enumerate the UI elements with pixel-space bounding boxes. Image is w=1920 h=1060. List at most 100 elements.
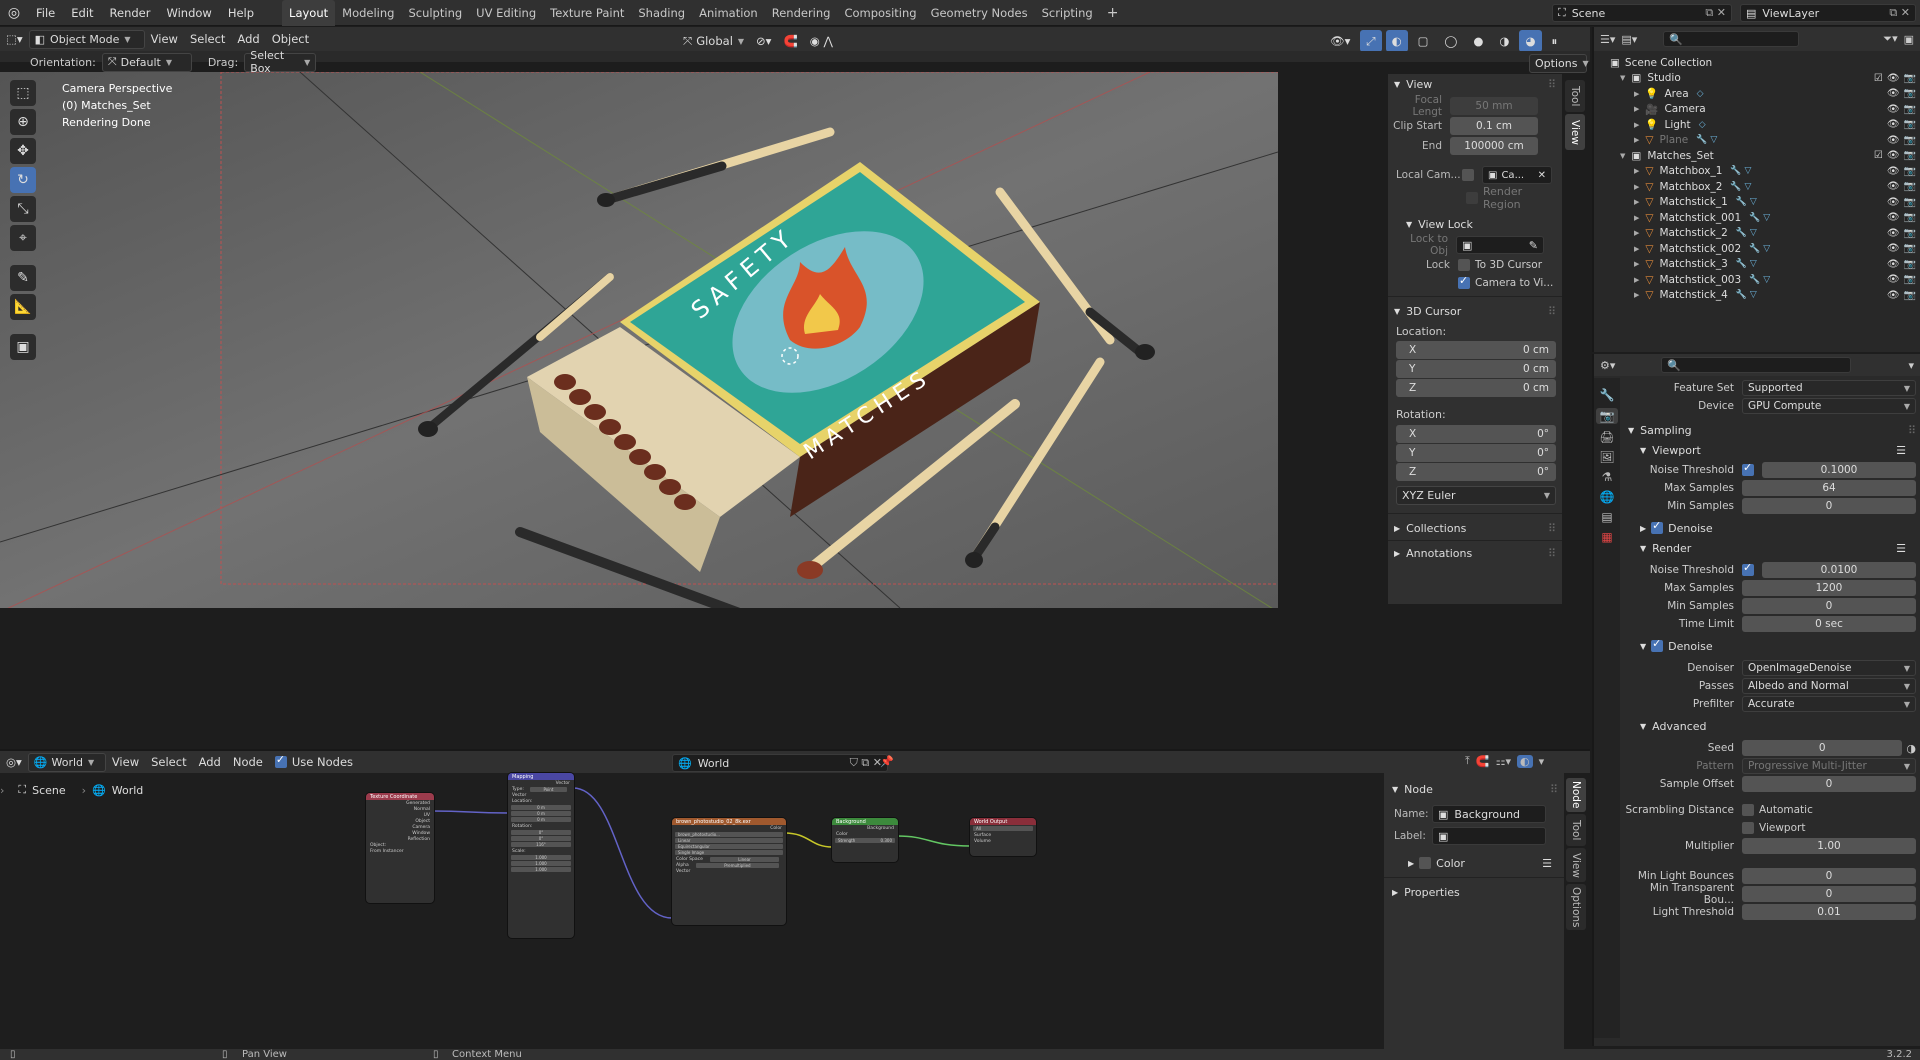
menu-help[interactable]: Help (220, 0, 262, 26)
node-rotation-z[interactable]: 116° (511, 842, 571, 847)
time-limit-field[interactable]: 0 sec (1742, 616, 1916, 632)
add-cube-tool-icon[interactable]: ▣ (10, 334, 36, 360)
eyedropper-icon[interactable]: ✎ (1529, 239, 1538, 252)
data-icon[interactable]: 🔧 ▽ (1730, 166, 1751, 176)
visibility-eye-icon[interactable]: 👁 (1887, 166, 1900, 177)
data-icon[interactable]: 🔧 ▽ (1749, 275, 1770, 285)
outliner-item-matchstick-2[interactable]: ▶ ▽ Matchstick_2 🔧 ▽ 👁 📷 (1594, 226, 1920, 242)
menu-view[interactable]: View (145, 28, 184, 50)
node-target-dropdown[interactable]: All (973, 826, 1033, 831)
cursor-tool-icon[interactable]: ⊕ (10, 109, 36, 135)
transform-orientation-dropdown[interactable]: ⤧ Global ▼ (677, 30, 750, 52)
pause-render-icon[interactable]: ⏸ (1546, 30, 1564, 52)
cursor-rotation-y[interactable]: Y 0° (1396, 444, 1556, 462)
environment-texture-node[interactable]: brown_photostudio_02_8k.exr Color brown_… (672, 818, 786, 925)
presets-icon[interactable]: ☰ (1896, 542, 1906, 555)
shader-type-dropdown[interactable]: 🌐 World ▼ (27, 752, 106, 772)
sidebar-tab-view[interactable]: View (1565, 114, 1585, 150)
tool-tab-icon[interactable]: 🔧 (1600, 388, 1615, 402)
node-alpha-value[interactable]: Premultiplied (695, 862, 779, 868)
visibility-eye-icon[interactable]: 👁 (1887, 73, 1900, 84)
measure-tool-icon[interactable]: 📐 (10, 294, 36, 320)
data-icon[interactable]: ◇ (1699, 120, 1706, 130)
move-tool-icon[interactable]: ✥ (10, 138, 36, 164)
world-tab-icon[interactable]: 🌐 (1600, 490, 1615, 504)
proportional-edit-icon[interactable]: ◉ ⋀ (804, 30, 839, 52)
workspace-tab-sculpting[interactable]: Sculpting (401, 0, 469, 26)
shading-wireframe-icon[interactable]: ◯ (1439, 30, 1464, 52)
node-editor-canvas[interactable]: › ⛶ Scene › 🌐 World Texture Coordinate Gen… (0, 773, 1384, 1049)
menu-add[interactable]: Add (231, 28, 265, 50)
menu-object[interactable]: Object (266, 28, 315, 50)
visibility-eye-icon[interactable]: 👁 (1887, 88, 1900, 99)
render-camera-icon[interactable]: 📷 (1904, 166, 1916, 177)
menu-render[interactable]: Render (102, 0, 159, 26)
outliner-search-input[interactable]: 🔍 (1663, 31, 1800, 47)
workspace-tab-geometry-nodes[interactable]: Geometry Nodes (924, 0, 1035, 26)
render-subpanel-header[interactable]: ▼ Render ☰ (1624, 538, 1916, 558)
expand-icon[interactable]: ▶ (1634, 229, 1639, 237)
use-nodes-toggle[interactable]: Use Nodes (269, 751, 359, 773)
device-dropdown[interactable]: GPU Compute ▼ (1742, 398, 1916, 414)
node-type-value[interactable]: Point (529, 786, 567, 792)
world-output-node[interactable]: World Output All Surface Volume (970, 818, 1036, 856)
background-node[interactable]: Background Background Color Strength 0.30… (832, 818, 898, 862)
viewport-noise-threshold-checkbox[interactable] (1742, 461, 1754, 476)
menu-file[interactable]: File (28, 0, 63, 26)
render-camera-icon[interactable]: 📷 (1904, 135, 1916, 146)
clip-start-field[interactable]: 0.1 cm (1450, 117, 1538, 135)
pin-icon[interactable]: ▾ (1908, 359, 1914, 372)
multiplier-field[interactable]: 1.00 (1742, 838, 1916, 854)
node-image-field[interactable]: brown_photostudio... (675, 832, 783, 837)
copy-icon[interactable]: ⧉ ✕ (1705, 6, 1726, 20)
shading-material-icon[interactable]: ◑ (1493, 30, 1515, 52)
render-camera-icon[interactable]: 📷 (1904, 274, 1916, 285)
pin-icon[interactable]: 📌 (880, 755, 894, 768)
new-collection-icon[interactable]: ▣ (1904, 33, 1914, 46)
node-tab-node[interactable]: Node (1566, 778, 1586, 812)
render-camera-icon[interactable]: 📷 (1904, 104, 1916, 115)
overlay-toggle-icon[interactable]: ◐ (1516, 754, 1533, 768)
node-location-z[interactable]: 0 m (511, 817, 571, 822)
snap-icon[interactable]: 🧲 (777, 30, 803, 52)
visibility-eye-icon[interactable]: 👁 (1887, 135, 1900, 146)
workspace-tab-shading[interactable]: Shading (631, 0, 692, 26)
prefilter-dropdown[interactable]: Accurate ▼ (1742, 696, 1916, 712)
outliner-scene-collection[interactable]: ▣ Scene Collection (1594, 55, 1920, 71)
render-camera-icon[interactable]: 📷 (1904, 181, 1916, 192)
visibility-eye-icon[interactable]: 👁 (1887, 228, 1900, 239)
expand-icon[interactable]: ▼ (1620, 74, 1625, 82)
render-min-samples-field[interactable]: 0 (1742, 598, 1916, 614)
cursor-location-x[interactable]: X 0 cm (1396, 341, 1556, 359)
sampling-panel-header[interactable]: ▼ Sampling ⠿ (1624, 420, 1916, 440)
texture-tab-icon[interactable]: ▦ (1601, 530, 1612, 544)
menu-edit[interactable]: Edit (63, 0, 101, 26)
visibility-eye-icon[interactable]: 👁 (1887, 119, 1900, 130)
workspace-tab-compositing[interactable]: Compositing (837, 0, 923, 26)
expand-icon[interactable]: ▶ (1634, 90, 1639, 98)
add-workspace-button[interactable]: + (1100, 0, 1126, 26)
render-camera-icon[interactable]: 📷 (1904, 259, 1916, 270)
collection-tab-icon[interactable]: ▤ (1601, 510, 1612, 524)
visibility-eye-icon[interactable]: 👁 (1887, 259, 1900, 270)
outliner-item-matchstick-002[interactable]: ▶ ▽ Matchstick_002 🔧 ▽ 👁 📷 (1594, 241, 1920, 257)
collections-panel-header[interactable]: ▶ Collections ⠿ (1388, 518, 1562, 538)
viewport-noise-threshold-field[interactable]: 0.1000 (1762, 462, 1916, 478)
render-noise-threshold-field[interactable]: 0.0100 (1762, 562, 1916, 578)
workspace-tab-layout[interactable]: Layout (282, 0, 336, 26)
node-colorspace-value[interactable]: Linear (709, 856, 779, 862)
properties-search-input[interactable]: 🔍 (1661, 357, 1852, 373)
blender-logo-icon[interactable]: ◎ (0, 5, 28, 21)
node-color-checkbox[interactable] (1419, 857, 1432, 869)
parent-node-tree-icon[interactable]: ⤒ (1465, 754, 1470, 768)
outliner-item-matchstick-4[interactable]: ▶ ▽ Matchstick_4 🔧 ▽ 👁 📷 (1594, 288, 1920, 304)
mode-dropdown[interactable]: ◧ Object Mode ▼ (28, 29, 145, 49)
node-name-field[interactable]: ▣ Background (1432, 805, 1546, 823)
visibility-eye-icon[interactable]: 👁 (1887, 104, 1900, 115)
workspace-tab-animation[interactable]: Animation (692, 0, 765, 26)
node-strength-field[interactable]: Strength 0.300 (835, 838, 895, 843)
snap-icon[interactable]: 🧲 (1476, 755, 1490, 768)
sidebar-tab-tool[interactable]: Tool (1565, 80, 1585, 112)
view-panel-header[interactable]: ▼ View ⠿ (1388, 74, 1562, 94)
expand-icon[interactable]: ▶ (1634, 214, 1639, 222)
